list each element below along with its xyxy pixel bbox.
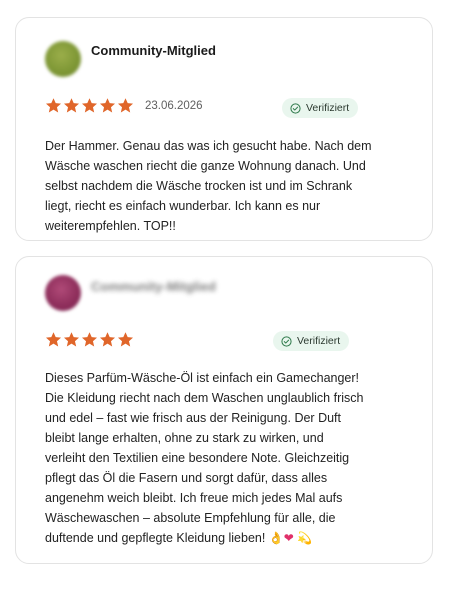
star-icon bbox=[45, 97, 62, 114]
star-icon bbox=[117, 97, 134, 114]
review-date: 23.06.2026 bbox=[145, 100, 203, 112]
star-icon bbox=[117, 331, 134, 348]
star-icon bbox=[45, 331, 62, 348]
heart-emoji: ❤ bbox=[283, 531, 294, 545]
ok-hand-emoji: 👌 bbox=[268, 531, 284, 545]
star-icon bbox=[63, 97, 80, 114]
verified-label: Verifiziert bbox=[297, 335, 341, 347]
avatar bbox=[45, 41, 81, 77]
check-circle-icon bbox=[281, 335, 292, 347]
star-rating bbox=[45, 331, 134, 348]
review-text-content: Dieses Parfüm-Wäsche-Öl ist einfach ein … bbox=[45, 371, 364, 545]
star-icon bbox=[81, 97, 98, 114]
star-rating bbox=[45, 97, 134, 114]
verified-badge: Verifiziert bbox=[282, 98, 359, 118]
star-icon bbox=[63, 331, 80, 348]
star-icon bbox=[81, 331, 98, 348]
verified-label: Verifiziert bbox=[306, 102, 350, 114]
verified-badge: Verifiziert bbox=[273, 331, 350, 351]
review-card: Community-Mitglied 23.06.2026 Verifizier… bbox=[15, 17, 433, 241]
review-author: Community-Mitglied bbox=[91, 279, 216, 294]
review-text: Der Hammer. Genau das was ich gesucht ha… bbox=[45, 139, 372, 233]
review-card: Community-Mitglied Verifiziert Dieses Pa… bbox=[15, 256, 433, 564]
check-circle-icon bbox=[290, 102, 301, 114]
dizzy-emoji: 💫 bbox=[297, 531, 313, 545]
review-text: Dieses Parfüm-Wäsche-Öl ist einfach ein … bbox=[45, 368, 365, 548]
star-icon bbox=[99, 331, 116, 348]
star-icon bbox=[99, 97, 116, 114]
review-author: Community-Mitglied bbox=[91, 43, 216, 58]
avatar bbox=[45, 275, 81, 311]
